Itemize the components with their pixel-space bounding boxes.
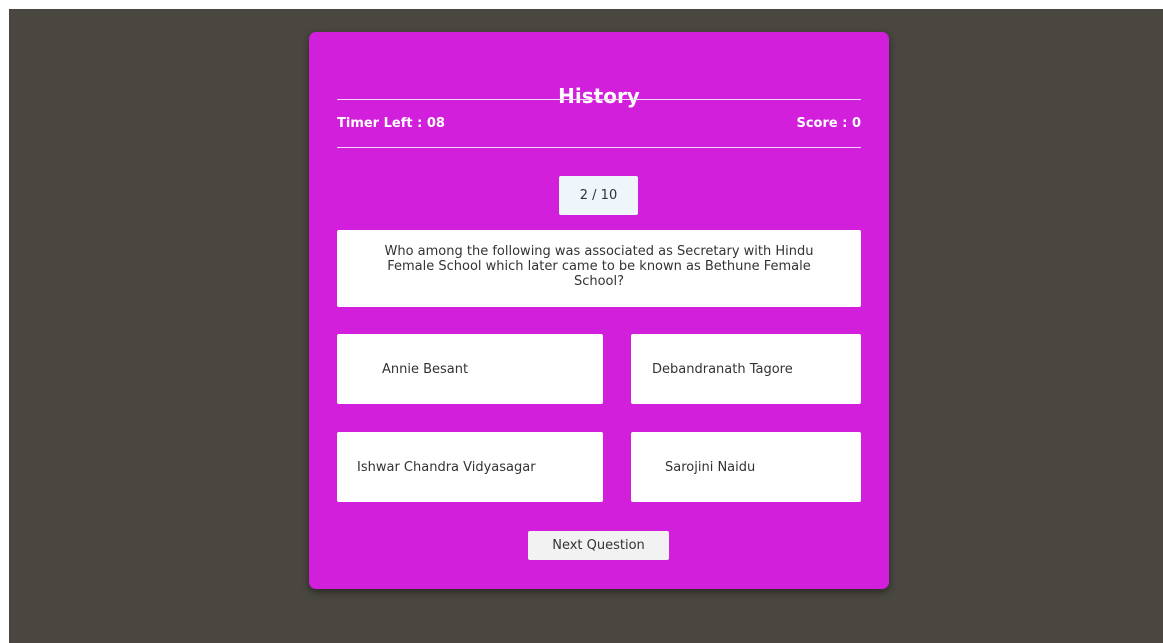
next-question-button[interactable]: Next Question bbox=[528, 531, 669, 560]
score-label: Score : 0 bbox=[796, 116, 861, 131]
page-background: History Timer Left : 08 Score : 0 2 / 10… bbox=[9, 9, 1163, 643]
option-button-1[interactable]: Annie Besant bbox=[337, 334, 603, 404]
option-button-3[interactable]: Ishwar Chandra Vidyasagar bbox=[337, 432, 603, 502]
option-button-4[interactable]: Sarojini Naidu bbox=[631, 432, 861, 502]
question-text: Who among the following was associated a… bbox=[337, 230, 861, 307]
option-label: Sarojini Naidu bbox=[665, 459, 756, 475]
divider-bottom bbox=[337, 147, 861, 148]
option-label: Annie Besant bbox=[382, 361, 469, 377]
option-button-2[interactable]: Debandranath Tagore bbox=[631, 334, 861, 404]
quiz-card: History Timer Left : 08 Score : 0 2 / 10… bbox=[309, 32, 889, 589]
option-label: Ishwar Chandra Vidyasagar bbox=[357, 459, 536, 475]
question-counter: 2 / 10 bbox=[559, 176, 638, 215]
option-label: Debandranath Tagore bbox=[652, 361, 793, 377]
quiz-title: History bbox=[558, 84, 640, 108]
divider-top bbox=[337, 99, 861, 100]
timer-label: Timer Left : 08 bbox=[337, 116, 445, 131]
